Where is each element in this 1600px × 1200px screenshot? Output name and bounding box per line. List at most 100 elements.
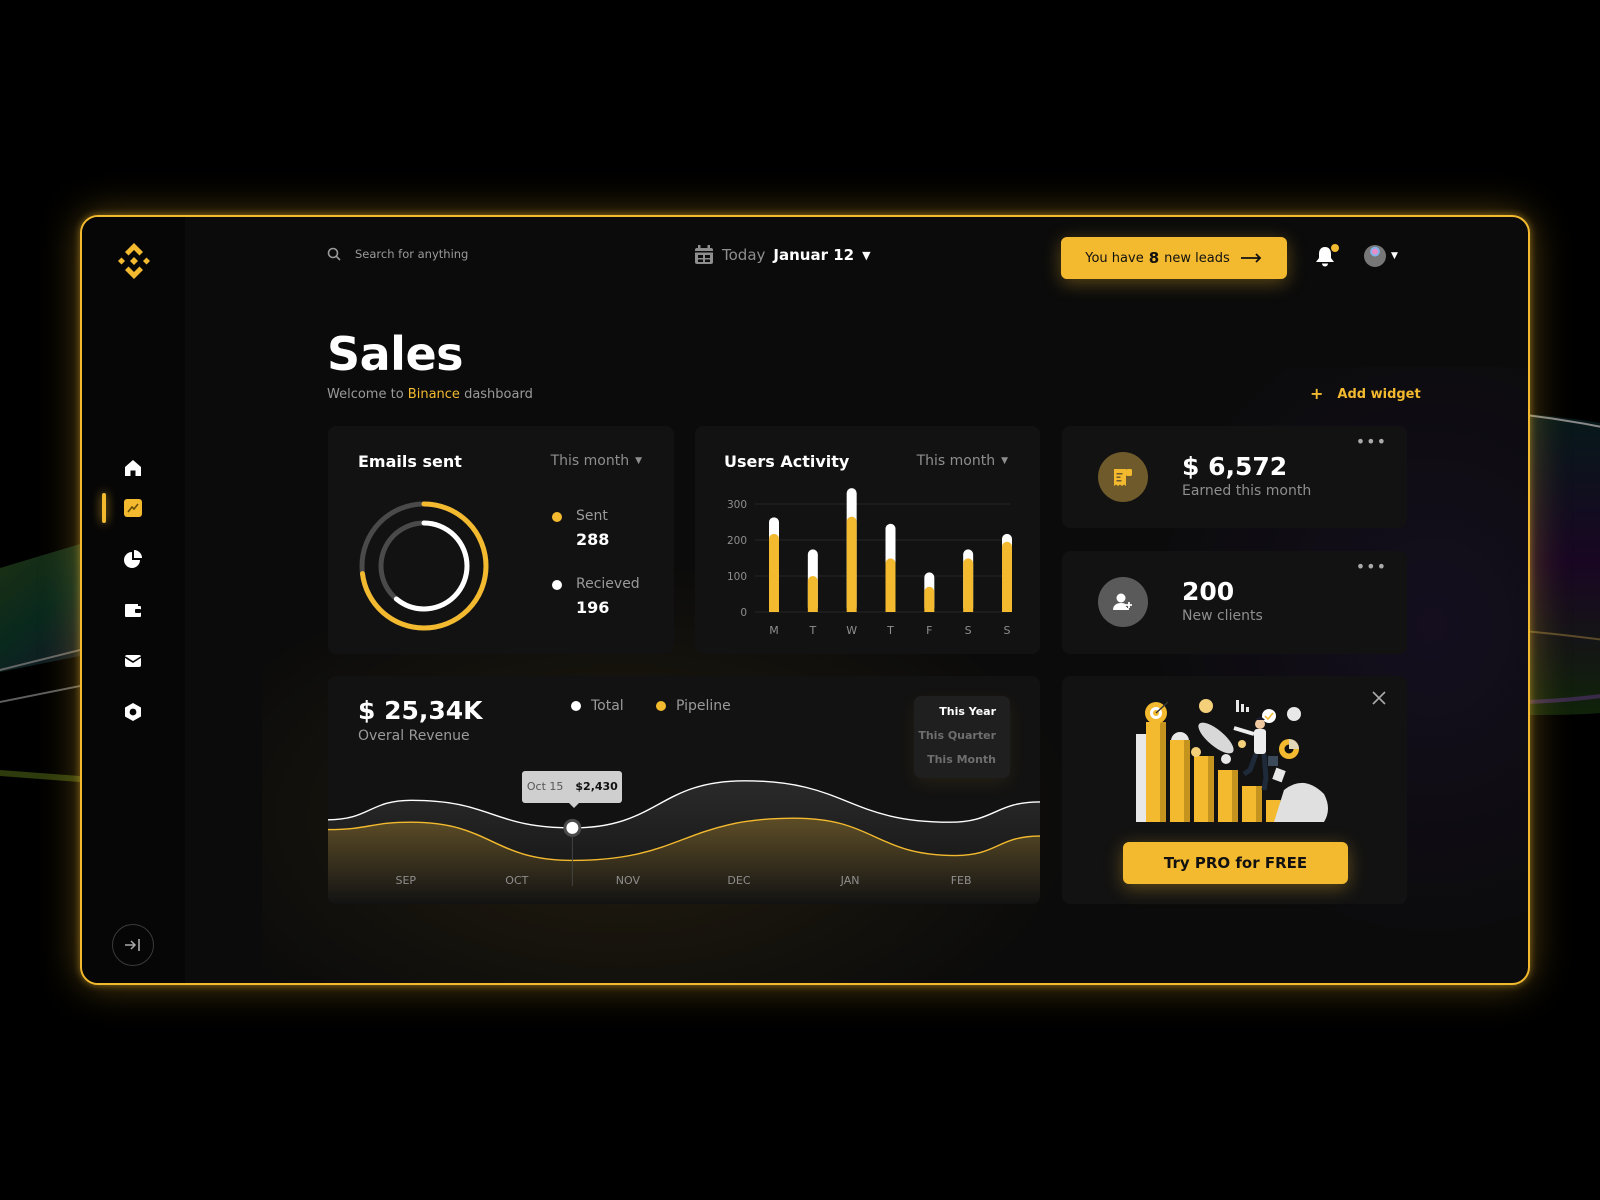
new-clients-card: 200 New clients ••• <box>1062 551 1407 654</box>
bar-base <box>963 607 974 612</box>
notifications-button[interactable] <box>1314 244 1339 269</box>
sidebar-item-messages[interactable] <box>122 650 144 672</box>
chevron-down-icon: ▼ <box>862 248 871 262</box>
legend-total-label: Total <box>591 698 624 714</box>
total-dot <box>571 701 581 711</box>
try-pro-button[interactable]: Try PRO for FREE <box>1123 842 1348 884</box>
sidebar-item-wallet[interactable] <box>122 599 144 621</box>
more-options-button[interactable]: ••• <box>1356 432 1387 451</box>
users-activity-card: Users Activity This month ▼ 0 100 200 300 M T… <box>695 426 1040 654</box>
legend-received: Recieved 196 <box>552 576 640 617</box>
legend-total: Total <box>571 698 624 714</box>
subtitle-brand: Binance <box>407 387 460 402</box>
tooltip-value: $2,430 <box>575 780 618 794</box>
x-tick-label: W <box>846 624 857 637</box>
bar-base <box>1002 607 1012 612</box>
page-title: Sales <box>327 327 464 381</box>
add-widget-button[interactable]: + Add widget <box>1310 384 1421 403</box>
bar-base <box>769 607 779 612</box>
x-tick-label: S <box>965 624 972 637</box>
sidebar-item-home[interactable] <box>122 457 144 479</box>
received-label: Recieved <box>576 576 640 592</box>
wallet-icon <box>125 604 141 617</box>
hexagon-settings-icon <box>125 703 141 721</box>
receipt-icon <box>1114 469 1132 486</box>
legend-pipeline-label: Pipeline <box>676 698 731 714</box>
avatar <box>1364 245 1386 267</box>
x-tick-label: T <box>808 624 816 637</box>
clients-icon-badge <box>1098 577 1148 627</box>
sent-value: 288 <box>576 530 610 549</box>
y-tick-label: 100 <box>727 571 747 583</box>
more-icon: ••• <box>1355 557 1387 576</box>
revenue-label: Overal Revenue <box>358 728 470 744</box>
search-placeholder: Search for anything <box>355 247 469 261</box>
sent-dot <box>552 512 562 522</box>
sidebar-item-settings[interactable] <box>122 701 144 723</box>
y-tick-label: 0 <box>740 607 747 619</box>
search-input[interactable]: Search for anything <box>327 247 468 261</box>
date-value: Januar 12 <box>773 246 855 264</box>
arrow-right-icon <box>1240 253 1262 263</box>
trend-chart-icon <box>124 499 142 517</box>
x-tick-label: F <box>926 624 932 637</box>
growth-chart-illustration <box>1136 699 1328 822</box>
period-menu: This Year This Quarter This Month <box>914 696 1010 778</box>
sidebar-item-reports[interactable] <box>122 548 144 570</box>
collapse-sidebar-button[interactable] <box>112 924 154 966</box>
add-widget-label: Add widget <box>1337 387 1421 402</box>
close-icon[interactable] <box>1371 690 1387 706</box>
arrow-collapse-right-icon <box>125 939 140 951</box>
leads-count: 8 <box>1148 249 1160 267</box>
chart-tooltip: Oct 15 $2,430 <box>522 770 623 808</box>
legend-pipeline: Pipeline <box>656 698 731 714</box>
plus-icon: + <box>1310 384 1324 403</box>
user-menu[interactable]: ▼ <box>1364 245 1398 267</box>
bar-base <box>807 607 818 612</box>
new-leads-button[interactable]: You have 8 new leads <box>1061 237 1287 279</box>
highlight-point[interactable] <box>566 821 579 834</box>
earned-card: $ 6,572 Earned this month ••• <box>1062 426 1407 528</box>
more-icon: ••• <box>1355 432 1387 451</box>
mail-icon <box>124 655 142 667</box>
legend-sent: Sent 288 <box>552 508 609 549</box>
binance-logo-icon[interactable] <box>112 239 156 283</box>
bar-base <box>924 607 935 612</box>
bar-primary <box>769 533 779 612</box>
clients-value: 200 <box>1182 577 1235 606</box>
period-option-quarter[interactable]: This Quarter <box>914 728 996 752</box>
search-icon <box>327 247 341 261</box>
period-option-month[interactable]: This Month <box>914 752 996 776</box>
bar-primary <box>846 516 857 612</box>
bar-primary <box>807 576 818 612</box>
active-indicator <box>102 493 106 523</box>
sidebar <box>82 217 185 983</box>
home-icon <box>125 460 141 476</box>
pipeline-dot <box>656 701 666 711</box>
promo-card: Try PRO for FREE <box>1062 676 1407 904</box>
chevron-down-icon: ▼ <box>1391 251 1398 261</box>
chevron-down-icon: ▼ <box>635 456 642 466</box>
subtitle-suffix: dashboard <box>464 387 533 402</box>
page-subtitle: Welcome to Binance dashboard <box>327 387 533 402</box>
x-tick-label: OCT <box>505 874 529 887</box>
more-options-button[interactable]: ••• <box>1356 557 1387 576</box>
received-value: 196 <box>576 598 610 617</box>
x-tick-label: NOV <box>615 874 641 887</box>
add-user-icon <box>1113 593 1132 610</box>
period-option-year[interactable]: This Year <box>914 704 996 728</box>
sent-label: Sent <box>576 508 608 524</box>
bar-primary <box>1002 541 1012 612</box>
date-picker[interactable]: Today Januar 12 ▼ <box>694 245 871 265</box>
earned-label: Earned this month <box>1182 483 1312 499</box>
x-tick-label: JAN <box>840 874 860 887</box>
y-tick-label: 200 <box>727 535 747 547</box>
users-activity-bar-chart: 0 100 200 300 M T W T F S S <box>727 488 1012 637</box>
emails-ring-chart <box>359 501 489 631</box>
tooltip-date: Oct 15 <box>526 780 564 794</box>
period-filter-dropdown[interactable]: This month ▼ <box>551 453 642 469</box>
bar-primary <box>963 558 974 612</box>
sidebar-item-sales[interactable] <box>122 497 144 519</box>
received-dot <box>552 580 562 590</box>
earned-icon-badge <box>1098 452 1148 502</box>
